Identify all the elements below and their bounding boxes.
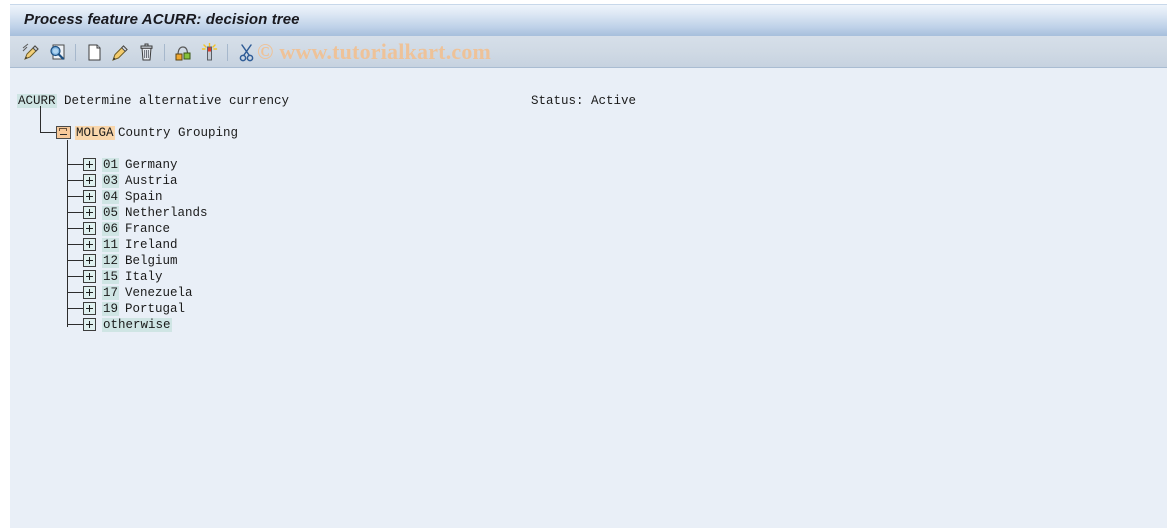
toolbar-separator (227, 43, 228, 61)
leaf-description: Netherlands (125, 206, 208, 220)
toolbar-separator (164, 43, 165, 61)
tree-connector-horizontal (67, 244, 83, 245)
tree-connector-horizontal (67, 180, 83, 181)
tree-connector-trunk (67, 140, 68, 327)
tree-connector-horizontal (40, 132, 56, 133)
expand-plus-icon[interactable] (83, 190, 96, 203)
leaf-description: Spain (125, 190, 163, 204)
sap-application-window: Process feature ACURR: decision tree © w… (0, 0, 1171, 532)
tree-connector-horizontal (67, 260, 83, 261)
expand-plus-icon[interactable] (83, 254, 96, 267)
expand-plus-icon[interactable] (83, 270, 96, 283)
group-description: Country Grouping (118, 126, 239, 140)
leaf-description: Belgium (125, 254, 178, 268)
leaf-description: Italy (125, 270, 163, 284)
group-code: MOLGA (75, 126, 115, 140)
leaf-code: 19 (102, 302, 120, 316)
tree-connector-horizontal (67, 228, 83, 229)
cut-scissors-icon[interactable] (235, 41, 257, 63)
leaf-description: Portugal (125, 302, 186, 316)
edit-pencil-icon[interactable] (109, 41, 131, 63)
leaf-description: Venezuela (125, 286, 193, 300)
tree-connector-horizontal (67, 324, 83, 325)
leaf-code: otherwise (102, 318, 172, 332)
create-document-icon[interactable] (83, 41, 105, 63)
expand-plus-icon[interactable] (83, 302, 96, 315)
tree-connector-horizontal (67, 164, 83, 165)
leaf-description: Ireland (125, 238, 178, 252)
highlight-node-icon[interactable] (198, 41, 220, 63)
expand-plus-icon[interactable] (83, 206, 96, 219)
decision-tree: MOLGA Country Grouping 01 Germany 03 Austri… (10, 68, 1167, 528)
search-document-icon[interactable] (46, 41, 68, 63)
page-title: Process feature ACURR: decision tree (24, 11, 300, 28)
application-toolbar: © www.tutorialkart.com (10, 36, 1167, 68)
tree-connector-horizontal (67, 212, 83, 213)
leaf-code: 12 (102, 254, 120, 268)
copy-node-icon[interactable] (172, 41, 194, 63)
tree-connector-horizontal (67, 196, 83, 197)
expand-plus-icon[interactable] (83, 238, 96, 251)
leaf-code: 05 (102, 206, 120, 220)
window-title-bar: Process feature ACURR: decision tree (10, 4, 1167, 36)
leaf-code: 11 (102, 238, 120, 252)
content-panel: ACURR Determine alternative currency Sta… (10, 68, 1167, 528)
expand-plus-icon[interactable] (83, 286, 96, 299)
tree-connector-vertical (40, 106, 41, 132)
leaf-code: 01 (102, 158, 120, 172)
leaf-code: 04 (102, 190, 120, 204)
folder-open-icon[interactable] (56, 126, 71, 139)
leaf-code: 06 (102, 222, 120, 236)
leaf-code: 15 (102, 270, 120, 284)
tree-connector-horizontal (67, 308, 83, 309)
leaf-description: Germany (125, 158, 178, 172)
toolbar-separator (75, 43, 76, 61)
leaf-code: 03 (102, 174, 120, 188)
delete-trash-icon[interactable] (135, 41, 157, 63)
leaf-description: France (125, 222, 171, 236)
expand-plus-icon[interactable] (83, 174, 96, 187)
expand-plus-icon[interactable] (83, 158, 96, 171)
leaf-description: Austria (125, 174, 178, 188)
expand-plus-icon[interactable] (83, 222, 96, 235)
expand-plus-icon[interactable] (83, 318, 96, 331)
tree-connector-horizontal (67, 292, 83, 293)
leaf-code: 17 (102, 286, 120, 300)
toolbar-button-group (18, 36, 259, 68)
display-change-icon[interactable] (20, 41, 42, 63)
watermark-text: © www.tutorialkart.com (257, 39, 492, 64)
tree-connector-horizontal (67, 276, 83, 277)
